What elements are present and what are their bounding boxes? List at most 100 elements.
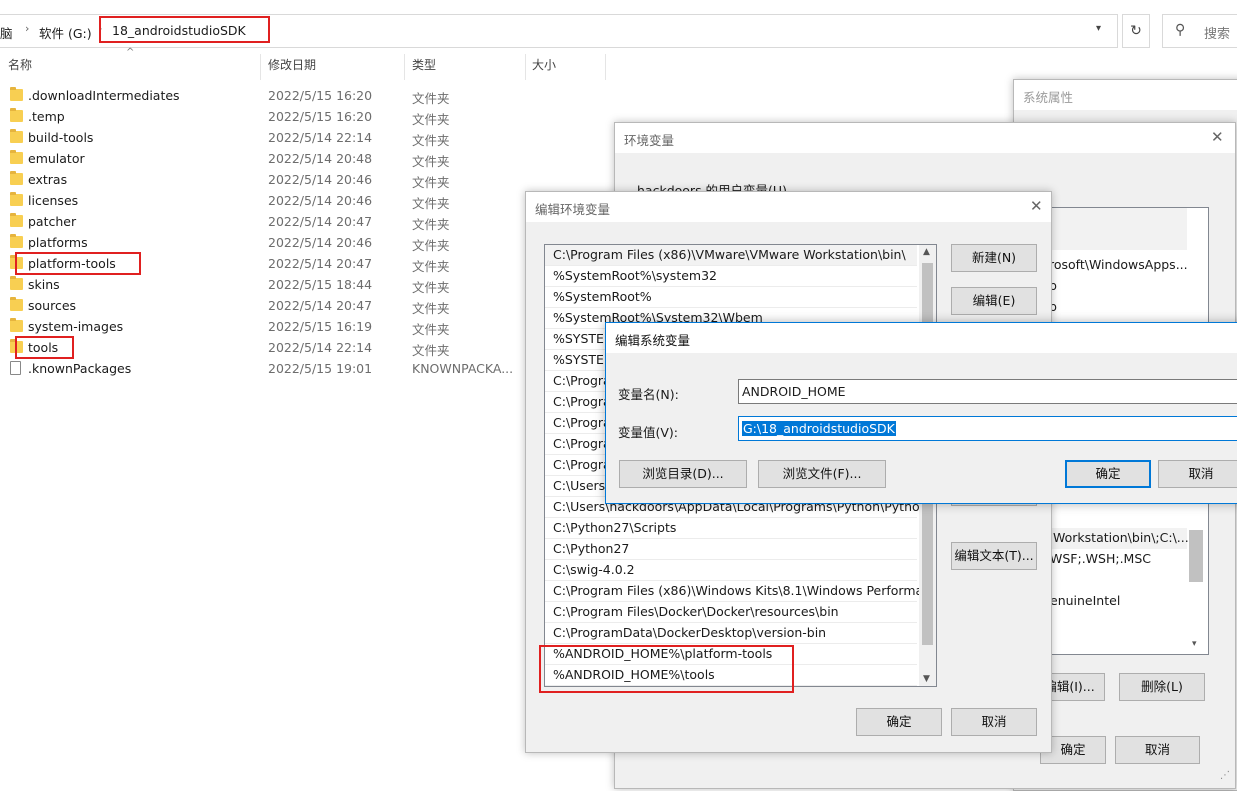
search-input[interactable]: 搜索 bbox=[1204, 23, 1230, 42]
variable-value-field[interactable]: G:\18_androidstudioSDK bbox=[738, 416, 1237, 441]
file-name: platforms bbox=[28, 235, 88, 250]
file-date: 2022/5/14 20:47 bbox=[268, 256, 373, 271]
file-date: 2022/5/15 16:19 bbox=[268, 319, 373, 334]
browse-directory-button[interactable]: 浏览目录(D)... bbox=[619, 460, 747, 488]
path-entry-text: C:\Program Files\Docker\Docker\resources… bbox=[553, 604, 839, 619]
file-date: 2022/5/15 16:20 bbox=[268, 88, 373, 103]
search-icon: ⚲ bbox=[1175, 22, 1186, 38]
file-name: extras bbox=[28, 172, 68, 187]
column-header-type[interactable]: 类型 bbox=[412, 56, 436, 80]
file-date: 2022/5/14 20:48 bbox=[268, 151, 373, 166]
file-row[interactable]: build-tools 2022/5/14 22:14 文件夹 bbox=[0, 128, 540, 149]
path-entry-text: C:\Users\ bbox=[553, 478, 610, 493]
variable-name-field[interactable]: ANDROID_HOME bbox=[738, 379, 1237, 404]
path-entry[interactable]: C:\Python27\Scripts bbox=[545, 518, 917, 539]
column-header-name[interactable]: 名称 bbox=[8, 56, 32, 80]
env-cancel-button[interactable]: 取消 bbox=[1115, 736, 1200, 764]
column-header-size[interactable]: 大小 bbox=[532, 56, 556, 80]
file-type: 文件夹 bbox=[412, 91, 450, 106]
breadcrumb-chevron-icon: › bbox=[25, 22, 30, 35]
refresh-icon[interactable]: ↻ bbox=[1122, 14, 1150, 48]
folder-icon bbox=[10, 234, 23, 248]
file-row[interactable]: .knownPackages 2022/5/15 19:01 KNOWNPACKA.… bbox=[0, 359, 540, 380]
path-entry-text: C:\Python27 bbox=[553, 541, 630, 556]
file-row[interactable]: tools 2022/5/14 22:14 文件夹 bbox=[0, 338, 540, 359]
path-entry[interactable]: C:\swig-4.0.2 bbox=[545, 560, 917, 581]
scroll-down-icon[interactable]: ▾ bbox=[1192, 639, 1197, 649]
path-entry[interactable]: %SystemRoot% bbox=[545, 287, 917, 308]
system-variable-value: enuineIntel bbox=[1050, 593, 1121, 608]
file-row[interactable]: emulator 2022/5/14 20:48 文件夹 bbox=[0, 149, 540, 170]
folder-icon bbox=[10, 129, 23, 143]
file-date: 2022/5/14 22:14 bbox=[268, 340, 373, 355]
column-divider[interactable] bbox=[525, 54, 526, 80]
address-history-dropdown-icon[interactable]: ▾ bbox=[1096, 23, 1101, 34]
user-variable-row-selected[interactable] bbox=[1048, 208, 1187, 250]
folder-icon bbox=[10, 108, 23, 122]
browse-file-button[interactable]: 浏览文件(F)... bbox=[758, 460, 886, 488]
file-name: patcher bbox=[28, 214, 77, 229]
path-entry[interactable]: C:\Program Files\Docker\Docker\resources… bbox=[545, 602, 917, 623]
file-row[interactable]: patcher 2022/5/14 20:47 文件夹 bbox=[0, 212, 540, 233]
file-row[interactable]: system-images 2022/5/15 16:19 文件夹 bbox=[0, 317, 540, 338]
path-entry[interactable]: C:\Python27 bbox=[545, 539, 917, 560]
file-row[interactable]: licenses 2022/5/14 20:46 文件夹 bbox=[0, 191, 540, 212]
breadcrumb-this-pc[interactable]: 脑 bbox=[0, 23, 13, 42]
file-row[interactable]: .downloadIntermediates 2022/5/15 16:20 文件夹 bbox=[0, 86, 540, 107]
file-type: 文件夹 bbox=[412, 196, 450, 211]
env-delete-button[interactable]: 删除(L) bbox=[1119, 673, 1205, 701]
system-variables-scrollbar[interactable] bbox=[1189, 530, 1203, 582]
scroll-up-icon[interactable]: ▲ bbox=[923, 247, 930, 257]
path-entry[interactable]: C:\Program Files (x86)\VMware\VMware Wor… bbox=[545, 245, 917, 266]
file-date: 2022/5/14 20:46 bbox=[268, 235, 373, 250]
dialog-titlebar bbox=[606, 323, 1237, 353]
path-entry[interactable]: %SystemRoot%\system32 bbox=[545, 266, 917, 287]
folder-icon bbox=[10, 87, 23, 101]
breadcrumb-drive[interactable]: 软件 (G:) bbox=[39, 23, 92, 42]
folder-icon bbox=[10, 192, 23, 206]
resize-grip-icon[interactable]: ⋰ bbox=[1220, 770, 1230, 781]
annotation-highlight-box bbox=[539, 645, 794, 693]
column-header-date[interactable]: 修改日期 bbox=[268, 56, 316, 80]
path-entry[interactable]: C:\Program Files (x86)\Windows Kits\8.1\… bbox=[545, 581, 935, 602]
sysvar-ok-button[interactable]: 确定 bbox=[1065, 460, 1151, 488]
file-type: 文件夹 bbox=[412, 280, 450, 295]
file-row[interactable]: extras 2022/5/14 20:46 文件夹 bbox=[0, 170, 540, 191]
file-type: 文件夹 bbox=[412, 343, 450, 358]
file-type: 文件夹 bbox=[412, 217, 450, 232]
variable-name-label: 变量名(N): bbox=[618, 387, 679, 402]
file-type: 文件夹 bbox=[412, 133, 450, 148]
path-entry-text: C:\Progra bbox=[553, 394, 611, 409]
close-icon[interactable]: ✕ bbox=[1030, 197, 1043, 215]
variable-value-selected: G:\18_androidstudioSDK bbox=[742, 421, 896, 436]
column-divider[interactable] bbox=[404, 54, 405, 80]
edit-ok-button[interactable]: 确定 bbox=[856, 708, 942, 736]
file-row[interactable]: .temp 2022/5/15 16:20 文件夹 bbox=[0, 107, 540, 128]
edit-cancel-button[interactable]: 取消 bbox=[951, 708, 1037, 736]
path-entry[interactable]: C:\ProgramData\DockerDesktop\version-bin bbox=[545, 623, 917, 644]
new-entry-button[interactable]: 新建(N) bbox=[951, 244, 1037, 272]
scroll-down-icon[interactable]: ▼ bbox=[923, 674, 930, 684]
annotation-highlight-box bbox=[99, 16, 270, 43]
file-row[interactable]: sources 2022/5/14 20:47 文件夹 bbox=[0, 296, 540, 317]
edit-text-button[interactable]: 编辑文本(T)... bbox=[951, 542, 1037, 570]
file-date: 2022/5/15 16:20 bbox=[268, 109, 373, 124]
file-name: .temp bbox=[28, 109, 65, 124]
file-name: system-images bbox=[28, 319, 124, 334]
path-entry-text: %SystemRoot% bbox=[553, 289, 652, 304]
variable-value-label: 变量值(V): bbox=[618, 425, 679, 440]
file-row[interactable]: skins 2022/5/15 18:44 文件夹 bbox=[0, 275, 540, 296]
edit-entry-button[interactable]: 编辑(E) bbox=[951, 287, 1037, 315]
column-divider[interactable] bbox=[260, 54, 261, 80]
file-icon bbox=[10, 361, 21, 375]
variable-name-value: ANDROID_HOME bbox=[742, 384, 846, 399]
file-row[interactable]: platforms 2022/5/14 20:46 文件夹 bbox=[0, 233, 540, 254]
folder-icon bbox=[10, 171, 23, 185]
close-icon[interactable]: ✕ bbox=[1211, 128, 1224, 146]
path-entry-text: C:\Progra bbox=[553, 415, 611, 430]
column-divider[interactable] bbox=[605, 54, 606, 80]
sysvar-cancel-button[interactable]: 取消 bbox=[1158, 460, 1237, 488]
search-box[interactable]: ⚲ 搜索 bbox=[1162, 14, 1237, 48]
edit-system-variable-dialog: 编辑系统变量 变量名(N): ANDROID_HOME 变量值(V): G:\1… bbox=[605, 322, 1237, 504]
title-strip bbox=[0, 0, 1237, 10]
